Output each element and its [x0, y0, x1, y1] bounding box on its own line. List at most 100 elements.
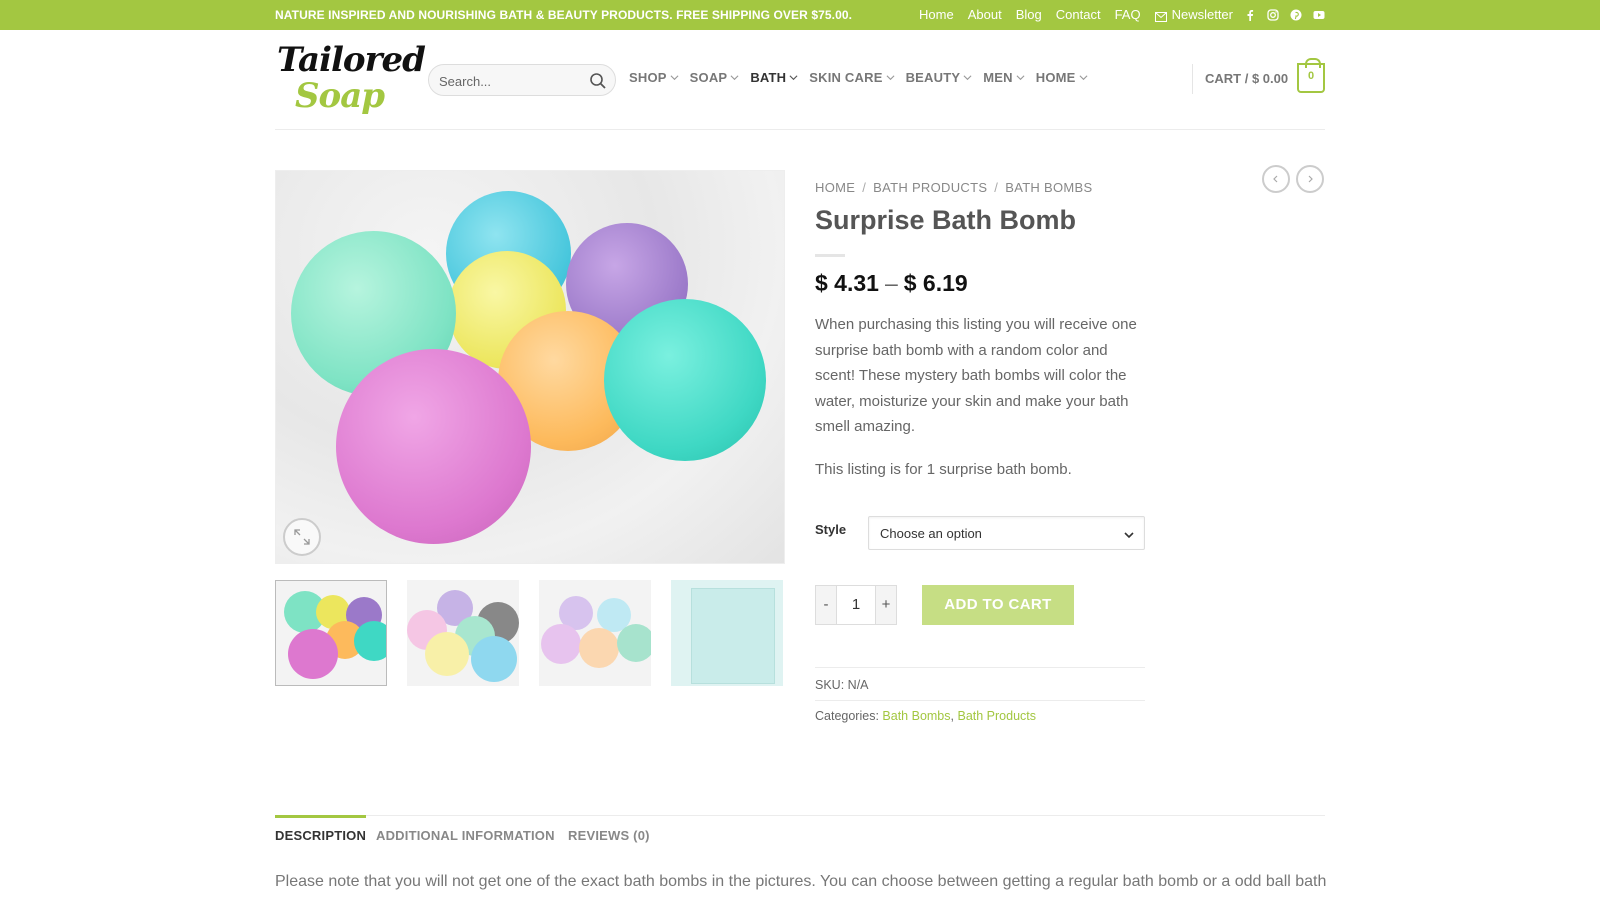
qty-minus-button[interactable]: - — [815, 585, 837, 625]
chevron-down-icon — [1124, 532, 1134, 539]
nav-men-label: MEN — [983, 70, 1013, 85]
title-divider — [815, 254, 845, 257]
zoom-button[interactable] — [283, 518, 321, 556]
instagram-icon[interactable] — [1267, 8, 1279, 21]
qty-plus-button[interactable]: + — [875, 585, 897, 625]
product-description: When purchasing this listing you will re… — [815, 316, 1137, 435]
bath-bomb-pink — [336, 349, 531, 544]
nav-home[interactable]: HOME — [1036, 70, 1088, 85]
thumb-ball — [617, 624, 651, 662]
breadcrumb-separator: / — [994, 180, 999, 195]
style-select[interactable]: Choose an option — [868, 516, 1145, 550]
newsletter-label: Newsletter — [1171, 7, 1233, 22]
product-sku: SKU: N/A — [815, 667, 1145, 701]
add-to-cart-button[interactable]: ADD TO CART — [922, 585, 1074, 625]
top-bar: NATURE INSPIRED AND NOURISHING BATH & BE… — [0, 0, 1600, 30]
breadcrumb-bath-products[interactable]: BATH PRODUCTS — [873, 180, 987, 195]
top-link-about[interactable]: About — [968, 7, 1002, 22]
top-links: Home About Blog Contact FAQ Newsletter — [905, 7, 1325, 22]
chevron-down-icon — [789, 75, 798, 81]
thumb-ball — [425, 632, 469, 676]
promo-text: NATURE INSPIRED AND NOURISHING BATH & BE… — [275, 8, 853, 22]
next-product-button[interactable] — [1296, 165, 1324, 193]
product-tabs: DESCRIPTION ADDITIONAL INFORMATION REVIE… — [275, 815, 1325, 853]
top-link-faq[interactable]: FAQ — [1115, 7, 1141, 22]
nav-shop-label: SHOP — [629, 70, 667, 85]
nav-beauty[interactable]: BEAUTY — [906, 70, 973, 85]
thumbnail-3[interactable] — [539, 580, 651, 686]
cart-link[interactable]: CART / $ 0.00 — [1205, 71, 1288, 86]
nav-soap[interactable]: SOAP — [690, 70, 740, 85]
chevron-down-icon — [963, 75, 972, 81]
thumb-ball — [541, 624, 581, 664]
nav-soap-label: SOAP — [689, 70, 728, 85]
envelope-icon — [1154, 10, 1167, 22]
category-link-bath-products[interactable]: Bath Products — [957, 709, 1036, 723]
cart-total: $ 0.00 — [1251, 71, 1289, 86]
quantity-stepper: - 1 + — [815, 585, 897, 625]
breadcrumb-home[interactable]: HOME — [815, 180, 855, 195]
price-max: $ 6.19 — [903, 270, 968, 296]
nav-skin-care[interactable]: SKIN CARE — [809, 70, 895, 85]
breadcrumb-bath-bombs[interactable]: BATH BOMBS — [1005, 180, 1092, 195]
categories-label: Categories: — [815, 709, 879, 723]
pinterest-icon[interactable] — [1290, 9, 1302, 21]
nav-beauty-label: BEAUTY — [905, 70, 961, 85]
breadcrumb-separator: / — [862, 180, 867, 195]
product-note: This listing is for 1 surprise bath bomb… — [815, 461, 1072, 478]
logo-word-soap: Soap — [295, 76, 385, 116]
category-link-bath-bombs[interactable]: Bath Bombs — [882, 709, 950, 723]
product-main-image[interactable] — [275, 170, 785, 564]
thumbnail-4[interactable] — [671, 580, 783, 686]
sku-label: SKU: — [815, 678, 845, 692]
thumb-ball — [579, 628, 619, 668]
price-min: $ 4.31 — [815, 270, 879, 296]
cart-count: 0 — [1307, 70, 1315, 82]
top-link-blog[interactable]: Blog — [1016, 7, 1042, 22]
chevron-down-icon — [1079, 75, 1088, 81]
search-input[interactable] — [439, 71, 579, 91]
nav-shop[interactable]: SHOP — [629, 70, 679, 85]
logo-word-tailored: Tailored — [277, 40, 426, 80]
tab-reviews[interactable]: REVIEWS (0) — [568, 828, 650, 843]
chevron-down-icon — [886, 75, 895, 81]
prev-product-button[interactable] — [1262, 165, 1290, 193]
tab-additional-information[interactable]: ADDITIONAL INFORMATION — [376, 828, 555, 843]
bath-bomb-teal — [604, 299, 766, 461]
description-text: Please note that you will not get one of… — [275, 873, 1327, 890]
search-icon[interactable] — [589, 72, 607, 90]
product-price: $ 4.31– $ 6.19 — [815, 270, 968, 297]
sku-value: N/A — [847, 678, 869, 692]
product-thumbnails — [275, 580, 785, 686]
nav-men[interactable]: MEN — [983, 70, 1025, 85]
youtube-icon[interactable] — [1313, 9, 1325, 21]
chevron-down-icon — [730, 75, 739, 81]
nav-skin-care-label: SKIN CARE — [809, 70, 883, 85]
price-dash: – — [884, 270, 898, 296]
main-nav: SHOP SOAP BATH SKIN CARE BEAUTY MEN HOME — [629, 70, 1099, 85]
cart-bag-icon[interactable]: 0 — [1297, 58, 1325, 93]
top-link-contact[interactable]: Contact — [1056, 7, 1101, 22]
chevron-right-icon — [1308, 175, 1313, 183]
site-logo[interactable]: Tailored Soap — [275, 38, 426, 120]
facebook-icon[interactable] — [1244, 9, 1256, 21]
thumb-ball — [288, 629, 338, 679]
thumb-ball — [471, 636, 517, 682]
nav-bath[interactable]: BATH — [750, 70, 798, 85]
cart-label: CART / — [1205, 71, 1249, 86]
qty-input[interactable]: 1 — [837, 585, 875, 625]
nav-bath-label: BATH — [750, 70, 787, 85]
thumbnail-1[interactable] — [275, 580, 387, 686]
site-header: Tailored Soap SHOP SOAP BATH SKIN CARE B… — [275, 30, 1325, 130]
style-label: Style — [815, 522, 847, 537]
search-box — [428, 64, 616, 96]
top-link-home[interactable]: Home — [919, 7, 954, 22]
thumbnail-2[interactable] — [407, 580, 519, 686]
tab-description[interactable]: DESCRIPTION — [275, 815, 367, 843]
expand-icon — [294, 529, 310, 545]
nav-home-label: HOME — [1035, 70, 1076, 85]
thumb-ball — [354, 621, 386, 661]
category-separator: , — [950, 709, 954, 723]
newsletter-link[interactable]: Newsletter — [1154, 7, 1233, 22]
chevron-down-icon — [670, 75, 679, 81]
